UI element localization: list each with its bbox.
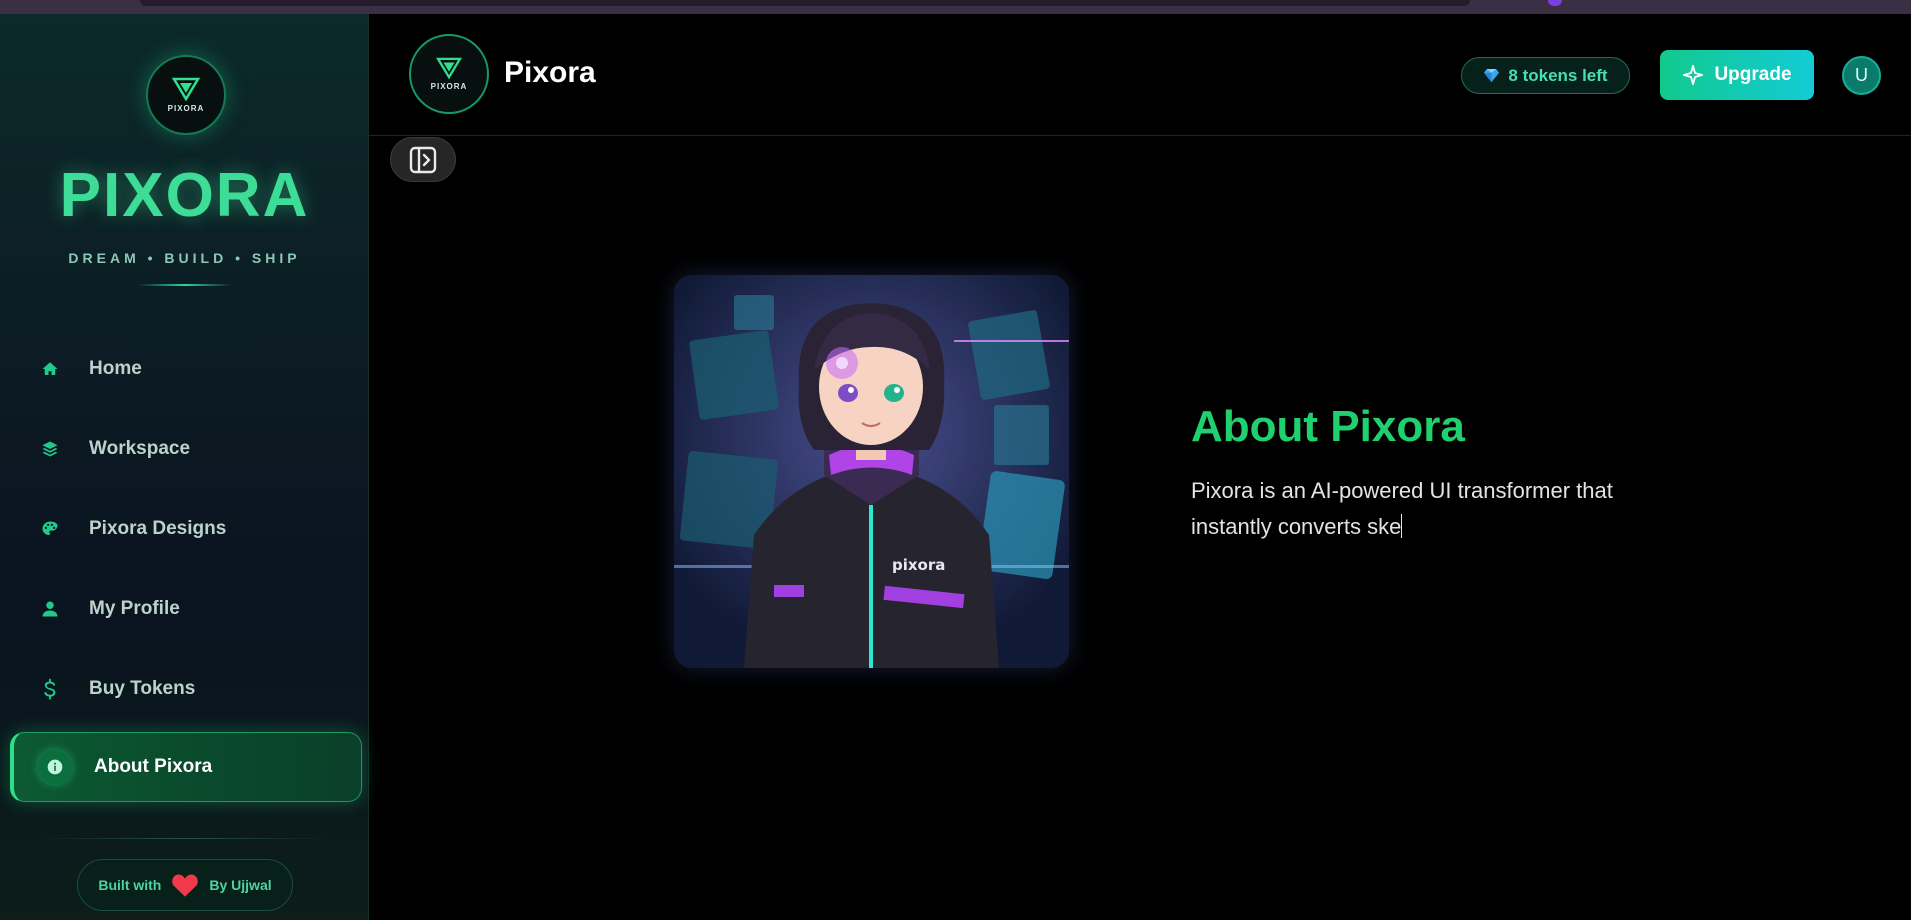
sidebar-item-label: Home <box>89 358 142 379</box>
sidebar-item-pixora-designs[interactable]: Pixora Designs <box>10 494 362 564</box>
sidebar-item-label: Pixora Designs <box>89 518 227 539</box>
sidebar-item-home[interactable]: Home <box>10 334 362 404</box>
user-icon <box>38 597 62 621</box>
sidebar: PIXORA PIXORA DREAM • BUILD • SHIP Home … <box>0 14 369 920</box>
info-icon <box>38 750 72 784</box>
sidebar-logo[interactable]: PIXORA <box>146 55 226 135</box>
upgrade-label: Upgrade <box>1714 64 1792 85</box>
typing-caret <box>1401 514 1403 538</box>
tokens-left-text: 8 tokens left <box>1508 65 1608 85</box>
about-title: About Pixora <box>1191 402 1465 451</box>
brand-divider <box>138 284 232 286</box>
by-author-text: By Ujjwal <box>209 877 272 893</box>
about-hero-image: pixora <box>674 275 1069 668</box>
top-header: PIXORA Pixora 8 tokens left Upgrade U <box>369 14 1911 136</box>
panel-toggle-icon <box>409 146 437 173</box>
browser-tabbar <box>140 0 1470 6</box>
sidebar-item-about-pixora[interactable]: About Pixora <box>10 732 362 802</box>
anime-character-illustration: pixora <box>674 275 1069 668</box>
browser-profile-dot <box>1548 0 1562 6</box>
sidebar-item-label: My Profile <box>89 598 180 619</box>
tokens-badge[interactable]: 8 tokens left <box>1461 57 1630 94</box>
header-logo-text: PIXORA <box>430 82 468 91</box>
dollar-icon <box>38 677 62 701</box>
header-app-title: Pixora <box>504 56 596 89</box>
pixora-logo-icon <box>172 77 200 101</box>
sidebar-item-workspace[interactable]: Workspace <box>10 414 362 484</box>
sidebar-logo-text: PIXORA <box>167 104 205 113</box>
sidebar-item-label: Buy Tokens <box>89 678 196 699</box>
header-logo[interactable]: PIXORA <box>409 34 489 114</box>
sidebar-item-buy-tokens[interactable]: Buy Tokens <box>10 654 362 724</box>
sidebar-item-my-profile[interactable]: My Profile <box>10 574 362 644</box>
built-with-text: Built with <box>98 877 162 893</box>
sidebar-brand-title: PIXORA <box>59 161 310 230</box>
gem-icon <box>1484 68 1500 83</box>
sidebar-toggle-button[interactable] <box>390 137 456 182</box>
palette-icon <box>38 517 62 541</box>
avatar[interactable]: U <box>1842 56 1881 95</box>
sidebar-item-label: Workspace <box>89 438 191 459</box>
sidebar-tagline: DREAM • BUILD • SHIP <box>68 250 301 266</box>
browser-chrome-strip <box>0 0 1911 14</box>
built-by-badge[interactable]: Built with By Ujjwal <box>77 859 293 911</box>
about-description: Pixora is an AI-powered UI transformer t… <box>1191 473 1651 545</box>
layers-icon <box>38 437 62 461</box>
home-icon <box>38 357 62 381</box>
sparkle-icon <box>1683 64 1704 86</box>
sidebar-footer-divider <box>38 838 331 839</box>
svg-text:pixora: pixora <box>892 556 945 574</box>
upgrade-button[interactable]: Upgrade <box>1660 50 1814 100</box>
heart-icon <box>172 874 199 897</box>
pixora-logo-icon <box>436 57 462 79</box>
sidebar-item-label: About Pixora <box>94 756 213 777</box>
